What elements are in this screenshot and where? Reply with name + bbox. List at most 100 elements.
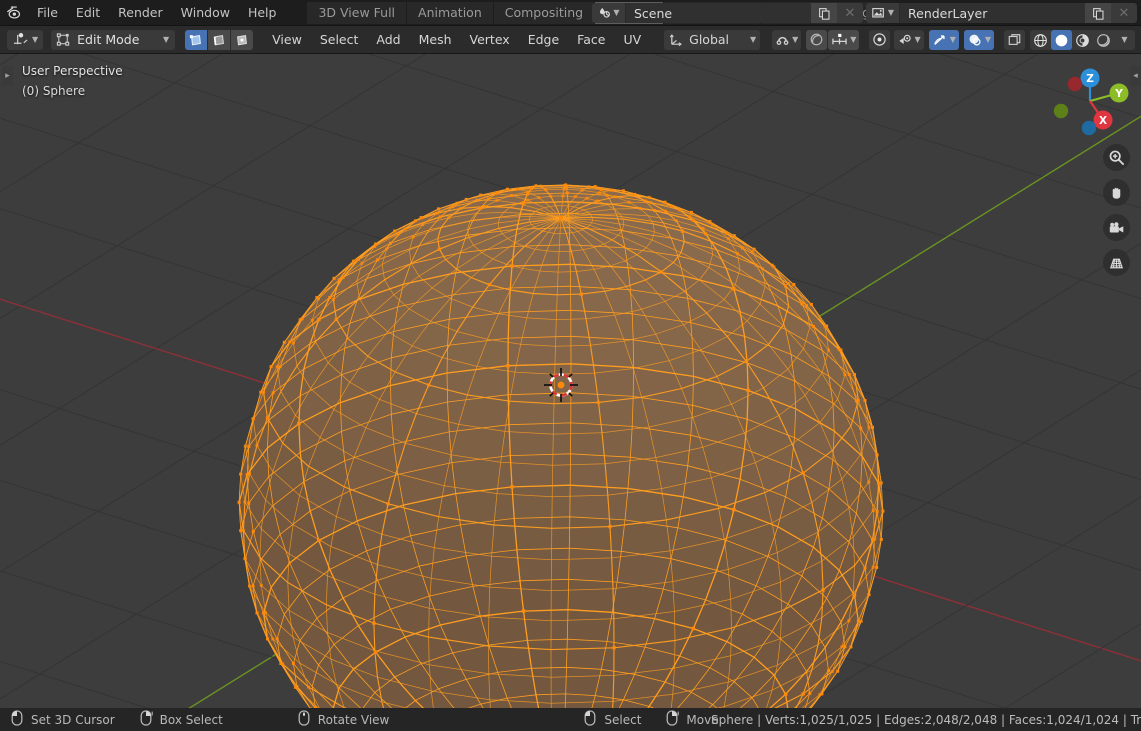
chevron-down-icon: ▼: [1121, 35, 1128, 44]
viewport-menu-select[interactable]: Select: [311, 29, 368, 50]
keymap-item: Box Select: [139, 709, 223, 730]
gizmo-axis-z[interactable]: Z: [1080, 68, 1100, 88]
viewport-shading-group: ▼: [1030, 30, 1135, 50]
proportional-falloff-button[interactable]: ▼: [828, 29, 860, 50]
svg-text:Y: Y: [1114, 88, 1123, 100]
mouse-middle-icon: [297, 709, 312, 730]
interaction-mode-dropdown[interactable]: Edit Mode ▼: [51, 29, 176, 50]
renderlayer-copy-button[interactable]: [1085, 3, 1111, 23]
zoom-view-button[interactable]: [1103, 144, 1130, 171]
snap-magnet-button[interactable]: ▼: [772, 29, 802, 50]
keymap-item: Rotate View: [297, 709, 390, 730]
menu-item-help[interactable]: Help: [239, 3, 286, 23]
mesh-select-mode-group: [185, 29, 254, 50]
material-shading-button[interactable]: [1072, 30, 1093, 50]
status-bar: Set 3D Cursor Box Select Rotate View Select…: [0, 708, 1141, 731]
rendered-shading-button[interactable]: [1093, 30, 1114, 50]
screen-tab-3d-view-full[interactable]: 3D View Full: [307, 1, 407, 24]
chevron-down-icon: ▼: [984, 35, 991, 44]
menu-item-file[interactable]: File: [28, 3, 67, 23]
renderlayer-name-field[interactable]: RenderLayer: [900, 3, 1085, 23]
gizmo-axis-neg-x[interactable]: [1067, 76, 1083, 92]
toggle-perspective-button[interactable]: [1103, 249, 1130, 276]
chevron-down-icon: ▼: [613, 8, 620, 17]
transform-orientation-dropdown[interactable]: Global ▼: [664, 29, 761, 50]
viewport-menu-add[interactable]: Add: [367, 29, 409, 50]
occlude-geometry-button[interactable]: ▼: [928, 30, 959, 50]
keymap-label: Set 3D Cursor: [31, 712, 115, 727]
menu-item-edit[interactable]: Edit: [67, 3, 109, 23]
keymap-item: Select: [583, 709, 642, 730]
pivot-point-button[interactable]: [869, 29, 891, 50]
keymap-label: Select: [604, 712, 642, 727]
viewport-menu-edge[interactable]: Edge: [519, 29, 568, 50]
gizmo-axis-y[interactable]: Y: [1109, 83, 1129, 103]
viewport-menu-bar: View Select Add Mesh Vertex Edge Face UV: [263, 29, 650, 50]
menu-item-render[interactable]: Render: [109, 3, 172, 23]
chevron-down-icon: ▼: [887, 8, 895, 17]
shading-overlay-button[interactable]: ▼: [963, 30, 994, 50]
svg-text:X: X: [1099, 115, 1107, 127]
status-keymap: Set 3D Cursor Box Select Rotate View Select…: [0, 709, 743, 730]
editor-type-button[interactable]: ▼: [7, 29, 44, 50]
viewport-canvas[interactable]: Z Y X: [0, 54, 1141, 708]
shading-dropdown-button[interactable]: ▼: [1114, 30, 1135, 50]
edge-select-mode-button[interactable]: [208, 29, 231, 50]
scene-statistics: Sphere | Verts:1,025/1,025 | Edges:2,048…: [711, 712, 1141, 727]
chevron-down-icon: ▼: [914, 35, 921, 44]
viewport-menu-face[interactable]: Face: [568, 29, 614, 50]
navigation-gizmo[interactable]: Z Y X: [1053, 68, 1129, 136]
face-select-mode-button[interactable]: [231, 29, 254, 50]
proportional-edit-button[interactable]: [806, 29, 828, 50]
viewport-nav-buttons: [1103, 144, 1130, 276]
orientation-icon: [670, 34, 682, 47]
scene-datablock: ▼ Scene ✕: [592, 3, 863, 23]
properties-panel-toggle[interactable]: ◂: [1130, 66, 1141, 86]
gizmo-axis-x[interactable]: X: [1093, 110, 1113, 130]
viewport-menu-mesh[interactable]: Mesh: [410, 29, 461, 50]
wireframe-shading-button[interactable]: [1030, 30, 1051, 50]
pan-view-button[interactable]: [1103, 179, 1130, 206]
chevron-down-icon: ▼: [949, 35, 956, 44]
viewport-menu-view[interactable]: View: [263, 29, 311, 50]
3d-viewport[interactable]: ZYX ▸ ◂ User Perspective (0) Sphere: [0, 54, 1141, 708]
top-bar: File Edit Render Window Help 3D View Full Ani…: [0, 0, 1141, 26]
edit-mode-icon: [57, 33, 70, 46]
mouse-right-icon: [665, 709, 680, 730]
toolshelf-toggle[interactable]: ▸: [2, 66, 13, 86]
restrict-visibility-button[interactable]: ▼: [893, 30, 924, 50]
keymap-item: Set 3D Cursor: [10, 709, 115, 730]
blender-logo-icon[interactable]: [0, 4, 28, 21]
render-layers-button[interactable]: [1004, 30, 1025, 50]
screen-tab-animation[interactable]: Animation: [407, 1, 493, 24]
camera-view-button[interactable]: [1103, 214, 1130, 241]
renderlayer-datablock: ▼ RenderLayer ✕: [866, 3, 1137, 23]
keymap-label: Rotate View: [317, 712, 390, 727]
screen-tab-compositing[interactable]: Compositing: [493, 1, 595, 24]
scene-icon[interactable]: ▼: [592, 3, 626, 23]
scene-name-field[interactable]: Scene: [626, 3, 811, 23]
chevron-down-icon: ▼: [792, 34, 799, 44]
gizmo-axis-neg-z[interactable]: [1081, 120, 1097, 136]
mouse-left-icon: [10, 709, 25, 730]
blender-window: File Edit Render Window Help 3D View Full Ani…: [0, 0, 1141, 731]
renderlayer-icon[interactable]: ▼: [866, 3, 900, 23]
gizmo-axis-neg-y[interactable]: [1053, 103, 1069, 119]
topbar-datablocks: ▼ Scene ✕ ▼ RenderLayer ✕: [592, 3, 1137, 23]
viewport-header: ▼ Edit Mode ▼ View Select Add Mesh Verte…: [0, 26, 1141, 54]
viewport-menu-uv[interactable]: UV: [614, 29, 650, 50]
transform-orientation-label: Global: [689, 32, 730, 47]
svg-text:Z: Z: [1086, 73, 1094, 85]
chevron-down-icon: ▼: [749, 34, 757, 44]
renderlayer-delete-button[interactable]: ✕: [1111, 3, 1137, 23]
chevron-down-icon: ▼: [163, 34, 170, 44]
interaction-mode-label: Edit Mode: [77, 32, 140, 47]
main-menu: File Edit Render Window Help: [28, 3, 285, 23]
scene-delete-button[interactable]: ✕: [837, 3, 863, 23]
viewport-menu-vertex[interactable]: Vertex: [461, 29, 519, 50]
menu-item-window[interactable]: Window: [172, 3, 239, 23]
mouse-right-icon: [139, 709, 154, 730]
scene-copy-button[interactable]: [811, 3, 837, 23]
solid-shading-button[interactable]: [1051, 30, 1072, 50]
vertex-select-mode-button[interactable]: [185, 29, 208, 50]
